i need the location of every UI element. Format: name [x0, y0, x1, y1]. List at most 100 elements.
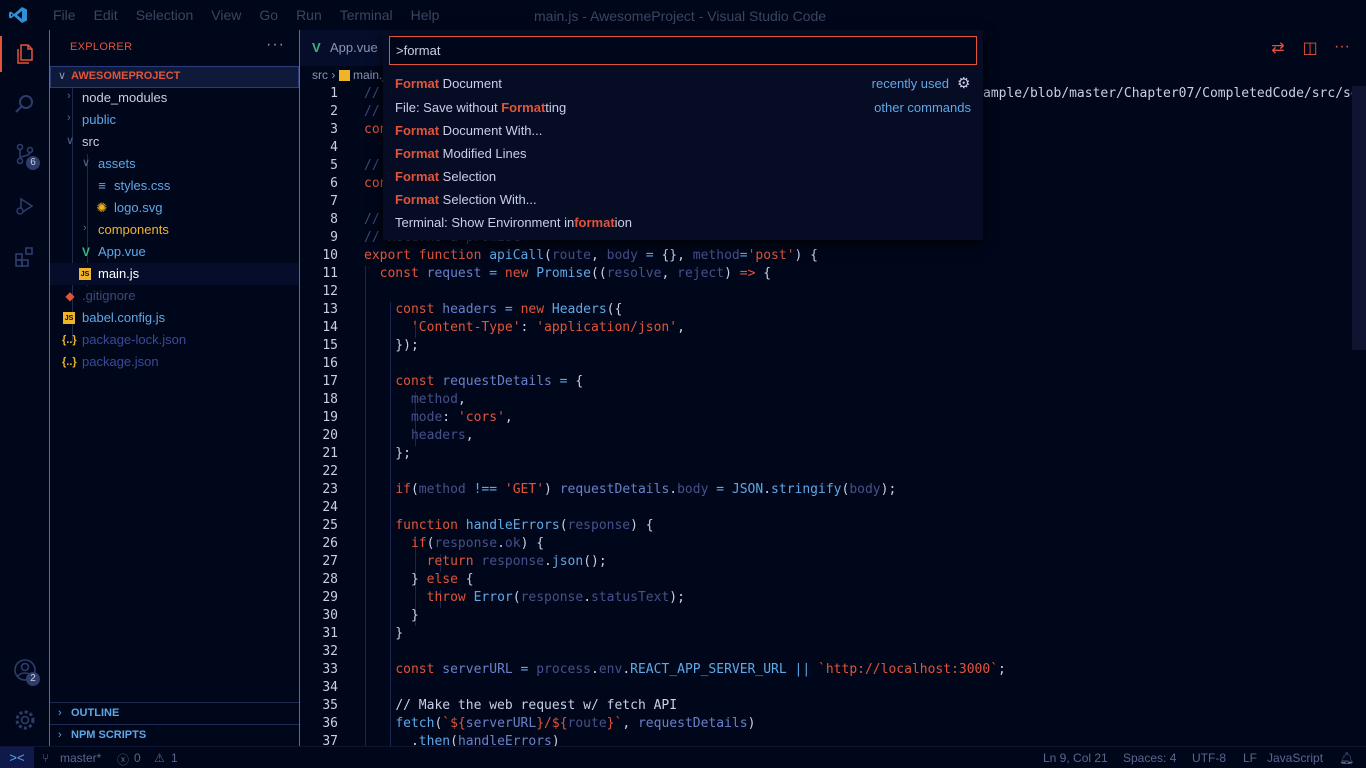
code-line: 33 const serverURL = process.env.REACT_A… — [322, 662, 1006, 677]
menu-terminal[interactable]: Terminal — [331, 7, 402, 23]
explorer-icon[interactable] — [0, 30, 50, 78]
recently-used-label: recently used — [871, 76, 949, 91]
indentation[interactable]: Spaces: 4 — [1123, 751, 1176, 765]
remote-icon[interactable]: >< — [0, 747, 34, 768]
code-line: 15 }); — [322, 338, 419, 353]
code-line: 23 if(method !== 'GET') requestDetails.b… — [322, 482, 897, 497]
code-line: 11 const request = new Promise((resolve,… — [322, 266, 772, 281]
encoding[interactable]: UTF-8 — [1192, 751, 1226, 765]
svg-file-icon: ✺ — [96, 200, 108, 215]
chevron-down-icon: ∨ — [58, 70, 67, 82]
run-debug-icon[interactable] — [0, 182, 50, 230]
json-file-icon: {..} — [62, 334, 77, 346]
chevron-right-icon: › — [67, 112, 71, 124]
code-line: 24 — [322, 500, 338, 515]
error-count[interactable]: 0 — [134, 751, 141, 765]
command-item-format-selection-with[interactable]: Format Selection With... — [383, 188, 983, 211]
source-control-branch-icon: ⑂ — [42, 751, 50, 765]
tree-item-styles-css[interactable]: ≡ styles.css — [50, 175, 299, 197]
code-line: 13 const headers = new Headers({ — [322, 302, 623, 317]
extensions-icon[interactable] — [0, 232, 50, 280]
js-file-icon — [338, 70, 350, 82]
source-control-badge: 6 — [26, 156, 40, 170]
accounts-badge: 2 — [26, 672, 40, 686]
chevron-right-icon: › — [67, 90, 71, 102]
breadcrumb: src › main.js — [312, 68, 391, 82]
editor-scrollbar[interactable] — [1352, 86, 1366, 350]
tree-item-package-lock[interactable]: {..} package-lock.json — [50, 329, 299, 351]
chevron-down-icon: ∨ — [66, 135, 75, 147]
tree-item-logo-svg[interactable]: ✺ logo.svg — [50, 197, 299, 219]
code-line: 16 — [322, 356, 338, 371]
window-title: main.js - AwesomeProject - Visual Studio… — [534, 8, 827, 24]
menu-view[interactable]: View — [202, 7, 250, 23]
git-file-icon: ◆ — [65, 289, 75, 303]
css-file-icon: ≡ — [98, 178, 106, 193]
npm-scripts-title: NPM SCRIPTS — [71, 729, 147, 741]
command-item-terminal-show-environment[interactable]: Terminal: Show Environment information — [383, 211, 983, 234]
tree-item-main-js[interactable]: JS main.js — [50, 263, 299, 285]
menu-help[interactable]: Help — [402, 7, 449, 23]
command-item-format-document[interactable]: Format Document recently used ⚙ — [383, 72, 983, 95]
tree-item-node-modules[interactable]: › node_modules — [50, 87, 299, 109]
explorer-title: EXPLORER — [70, 41, 133, 53]
command-item-save-without-formatting[interactable]: File: Save without Formatting other comm… — [383, 96, 983, 119]
menu-edit[interactable]: Edit — [85, 7, 127, 23]
explorer-more-actions-icon[interactable]: ··· — [266, 36, 285, 54]
code-line: 26 if(response.ok) { — [322, 536, 545, 551]
search-icon[interactable] — [0, 80, 50, 128]
breadcrumb-folder[interactable]: src — [312, 68, 328, 82]
open-changes-icon[interactable]: ⇄ — [1268, 38, 1288, 58]
code-line: 10 export function apiCall(route, body = … — [322, 248, 819, 263]
code-line: 37 .then(handleErrors) — [322, 734, 560, 746]
js-file-icon: JS — [63, 312, 75, 324]
settings-gear-icon[interactable] — [0, 696, 50, 744]
command-item-format-selection[interactable]: Format Selection — [383, 165, 983, 188]
code-line: 18 method, — [322, 392, 466, 407]
command-item-format-modified-lines[interactable]: Format Modified Lines — [383, 142, 983, 165]
outline-section[interactable]: › OUTLINE — [50, 702, 299, 724]
code-line: 30 } — [322, 608, 419, 623]
tree-item-gitignore[interactable]: ◆ .gitignore — [50, 285, 299, 307]
code-line: 12 — [322, 284, 338, 299]
chevron-right-icon: › — [83, 222, 87, 234]
split-editor-icon[interactable]: ◫ — [1300, 38, 1320, 58]
command-palette-input[interactable]: >format — [389, 36, 977, 65]
menu-file[interactable]: File — [44, 7, 85, 23]
menu-run[interactable]: Run — [287, 7, 331, 23]
activity-bar: 6 2 — [0, 30, 50, 746]
source-control-icon[interactable] — [0, 130, 50, 178]
gear-icon[interactable]: ⚙ — [957, 76, 972, 91]
branch-name[interactable]: master* — [60, 751, 101, 765]
menu-go[interactable]: Go — [250, 7, 287, 23]
cursor-position[interactable]: Ln 9, Col 21 — [1043, 751, 1108, 765]
status-bar: >< ⑂ master* ⓧ 0 ⚠ 1 Ln 9, Col 21 Spaces… — [0, 746, 1366, 768]
more-actions-icon[interactable]: ··· — [1332, 38, 1352, 58]
js-file-icon: JS — [79, 268, 91, 280]
npm-scripts-section[interactable]: › NPM SCRIPTS — [50, 724, 299, 746]
code-line: 31 } — [322, 626, 404, 641]
tree-item-src[interactable]: ∨ src — [50, 131, 299, 153]
tree-item-app-vue[interactable]: V App.vue — [50, 241, 299, 263]
warning-count[interactable]: 1 — [171, 751, 178, 765]
code-line: 25 function handleErrors(response) { — [322, 518, 654, 533]
json-file-icon: {..} — [62, 356, 77, 368]
tree-item-components[interactable]: › components — [50, 219, 299, 241]
tree-item-package-json[interactable]: {..} package.json — [50, 351, 299, 373]
tab-label: App.vue — [330, 40, 378, 55]
chevron-right-icon: › — [58, 707, 62, 719]
menu-selection[interactable]: Selection — [127, 7, 203, 23]
chevron-right-icon: › — [58, 729, 62, 741]
bell-icon[interactable]: 🔔︎ — [1339, 751, 1354, 765]
accounts-icon[interactable] — [0, 646, 50, 694]
tree-item-babel-config[interactable]: JS babel.config.js — [50, 307, 299, 329]
command-item-format-document-with[interactable]: Format Document With... — [383, 119, 983, 142]
code-line: 19 mode: 'cors', — [322, 410, 513, 425]
project-root[interactable]: ∨ AWESOMEPROJECT — [50, 66, 299, 88]
code-line: 28 } else { — [322, 572, 474, 587]
code-line: 32 — [322, 644, 338, 659]
tree-item-assets[interactable]: ∨ assets — [50, 153, 299, 175]
end-of-line[interactable]: LF — [1243, 751, 1257, 765]
language-mode[interactable]: JavaScript — [1267, 751, 1323, 765]
tree-item-public[interactable]: › public — [50, 109, 299, 131]
